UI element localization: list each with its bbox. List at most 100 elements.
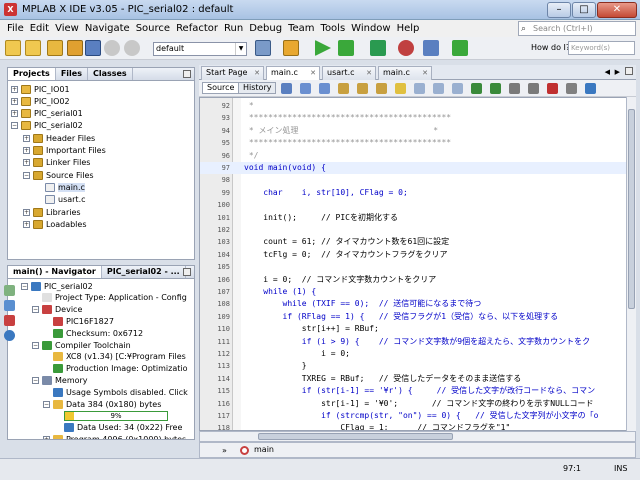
menu-team[interactable]: Team [285,23,317,34]
hold-reset-icon[interactable] [398,40,414,56]
new-file-icon[interactable] [5,40,21,56]
tree-item[interactable]: + Loadables [23,218,86,230]
undo-icon[interactable] [104,40,120,56]
expand-toggle-icon[interactable]: + [11,97,18,105]
scroll-right-icon[interactable]: ▶ [615,68,620,76]
build-icon[interactable] [255,40,271,56]
minimize-panel-button[interactable] [183,70,191,78]
expand-toggle-icon[interactable]: + [43,435,50,439]
menu-navigate[interactable]: Navigate [82,23,133,34]
shift-right-icon[interactable] [490,83,501,94]
expand-toggle-icon[interactable]: − [11,122,18,130]
prev-bookmark-icon[interactable] [433,83,444,94]
breadcrumb-main[interactable]: main [254,445,274,454]
tree-item[interactable]: + PIC_serial01 [11,108,83,120]
tab-dashboard[interactable]: PIC_serial02 - ... [102,266,186,278]
code-editor[interactable]: 92 * 93 *********************************… [199,97,636,431]
forward-icon[interactable] [319,83,330,94]
tree-item[interactable]: XC8 (v1.34) [C:¥Program Files [43,351,186,363]
find-prev-icon[interactable] [338,83,349,94]
find-next-icon[interactable] [357,83,368,94]
comment-icon[interactable] [509,83,520,94]
menu-window[interactable]: Window [348,23,393,34]
save-all-icon[interactable] [85,40,101,56]
search-input[interactable]: ⌕ Search (Ctrl+I) [518,21,636,36]
clean-build-icon[interactable] [283,40,299,56]
tree-item[interactable]: + Important Files [23,145,106,157]
tree-item[interactable]: + PIC_IO02 [11,95,70,107]
tree-item[interactable]: Data Used: 34 (0x22) Free [54,422,182,434]
uncomment-icon[interactable] [528,83,539,94]
close-project-icon[interactable] [67,40,83,56]
toggle-highlight-icon[interactable] [395,83,406,94]
last-edit-icon[interactable] [281,83,292,94]
close-icon[interactable]: ✕ [366,67,372,79]
chip-icon[interactable] [4,315,15,326]
close-icon[interactable]: ✕ [310,67,316,79]
new-project-icon[interactable] [25,40,41,56]
expand-toggle-icon[interactable]: − [43,400,50,408]
menu-source[interactable]: Source [133,23,173,34]
tree-item[interactable]: − Data 384 (0x180) bytes [43,398,161,410]
tree-item[interactable]: + Header Files [23,132,95,144]
tree-item[interactable]: − Device [32,304,82,316]
find-sel-icon[interactable] [376,83,387,94]
tree-item[interactable]: − PIC_serial02 [11,120,83,132]
expand-toggle-icon[interactable]: + [23,134,30,142]
tree-item[interactable]: − Memory [32,374,88,386]
scroll-left-icon[interactable]: ◀ [605,68,610,76]
close-button[interactable]: ✕ [597,2,637,18]
open-project-icon[interactable] [47,40,63,56]
menu-edit[interactable]: Edit [27,23,52,34]
expand-toggle-icon[interactable]: + [23,208,30,216]
maximize-editor-button[interactable] [625,67,633,75]
debug-run-icon[interactable] [338,40,354,56]
expand-toggle-icon[interactable]: − [32,376,39,384]
tree-item[interactable]: − Compiler Toolchain [32,339,131,351]
maximize-button[interactable]: □ [572,2,596,18]
shift-left-icon[interactable] [471,83,482,94]
tab-navigator[interactable]: main() - Navigator [8,266,102,278]
expand-toggle-icon[interactable]: + [11,110,18,118]
tree-item[interactable]: usart.c [35,194,86,206]
menu-view[interactable]: View [52,23,82,34]
macro-record-icon[interactable] [547,83,558,94]
tree-item[interactable]: + Libraries [23,206,81,218]
tab-files[interactable]: Files [56,68,88,80]
tree-item[interactable]: + Linker Files [23,157,90,169]
back-icon[interactable] [300,83,311,94]
program-device-icon[interactable] [370,40,386,56]
history-button[interactable]: History [238,82,277,94]
tree-item[interactable]: Project Type: Application - Config [32,292,187,304]
expand-toggle-icon[interactable]: + [23,159,30,167]
menu-refactor[interactable]: Refactor [173,23,221,34]
expand-toggle-icon[interactable]: + [23,220,30,228]
diff-icon[interactable] [585,83,596,94]
tree-item[interactable]: − PIC_serial02 [21,280,93,292]
tree-item[interactable]: − Source Files [23,169,94,181]
tree-item[interactable]: + PIC_IO01 [11,83,70,95]
redo-icon[interactable] [124,40,140,56]
close-icon[interactable]: ✕ [254,67,260,79]
tree-item[interactable]: 9% [54,410,168,422]
read-device-icon[interactable] [423,40,439,56]
macro-stop-icon[interactable] [566,83,577,94]
run-icon[interactable] [315,40,331,56]
tree-item[interactable]: Production Image: Optimizatio [43,363,188,375]
config-select[interactable]: default ▼ [153,42,247,56]
next-bookmark-icon[interactable] [452,83,463,94]
cart-icon[interactable] [452,40,468,56]
scroll-thumb[interactable] [628,109,635,309]
expand-toggle-icon[interactable]: + [23,147,30,154]
tab-main-c-2[interactable]: main.c ✕ [378,66,432,80]
tab-projects[interactable]: Projects [8,68,56,80]
minimize-button[interactable]: – [547,2,571,18]
how-do-i-input[interactable]: Keyword(s) [568,41,635,55]
expand-toggle-icon[interactable]: − [32,341,39,349]
menu-help[interactable]: Help [394,23,423,34]
menu-file[interactable]: File [4,23,27,34]
settings-icon[interactable] [4,300,15,311]
tree-item[interactable]: + Program 4096 (0x1000) bytes [43,433,186,439]
tab-usart-c[interactable]: usart.c ✕ [322,66,376,80]
source-button[interactable]: Source [202,82,240,94]
